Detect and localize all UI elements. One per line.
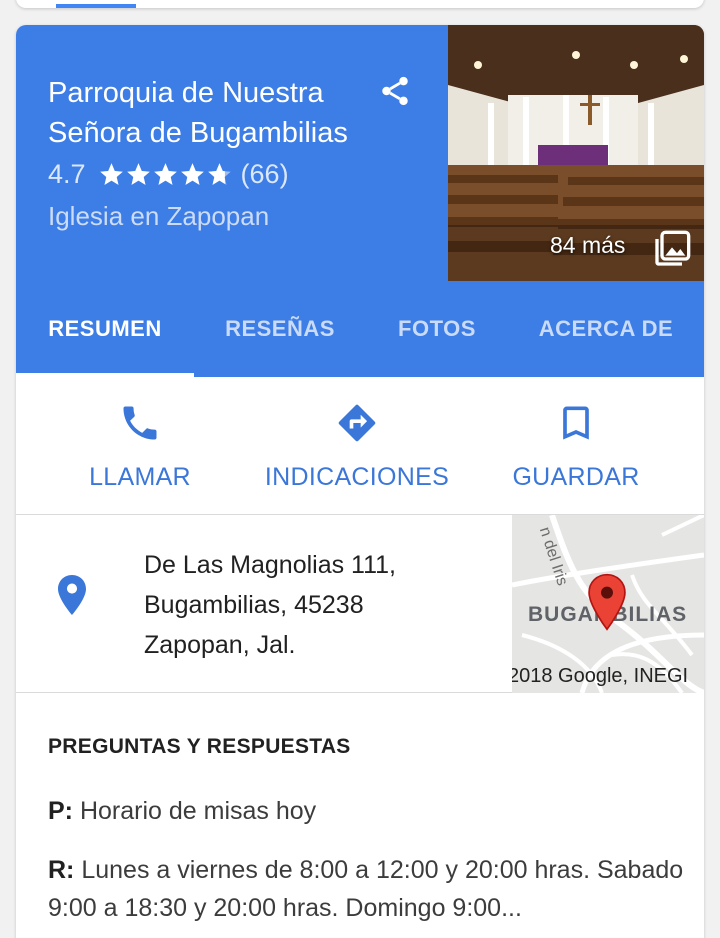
directions-label: INDICACIONES xyxy=(264,463,450,491)
photo-count[interactable]: 84 más xyxy=(550,232,625,259)
address-line-2: Bugambilias, 45238 xyxy=(144,591,364,619)
save-button[interactable]: GUARDAR xyxy=(504,377,648,515)
save-label: GUARDAR xyxy=(512,463,640,491)
rating-row[interactable]: 4.7 (66) xyxy=(48,157,289,191)
review-count: (66) xyxy=(240,158,289,189)
map-thumbnail[interactable]: n del Iris BUGAMBILIAS 2018 Google, INEG… xyxy=(512,515,704,693)
place-header: Parroquia de Nuestra Señora de Bugambili… xyxy=(16,25,704,281)
star-icon xyxy=(207,162,231,185)
place-category: Iglesia en Zapopan xyxy=(48,201,270,231)
action-bar: LLAMAR INDICACIONES GUARDAR xyxy=(16,377,704,515)
call-button[interactable]: LLAMAR xyxy=(72,377,208,515)
qa-question[interactable]: P: Horario de misas hoy xyxy=(48,797,316,826)
answer-prefix: R: xyxy=(48,856,75,884)
tab-acerca-de[interactable]: ACERCA DE xyxy=(508,281,704,377)
photo-library-icon[interactable] xyxy=(652,229,692,269)
address-line-3: Zapopan, Jal. xyxy=(144,631,296,659)
star-icon xyxy=(126,162,150,185)
place-card: Parroquia de Nuestra Señora de Bugambili… xyxy=(16,25,704,938)
qa-answer[interactable]: R: Lunes a viernes de 8:00 a 12:00 y 20:… xyxy=(48,851,688,927)
answer-text: Lunes a viernes de 8:00 a 12:00 y 20:00 … xyxy=(48,856,684,922)
phone-icon xyxy=(123,406,157,440)
previous-card-indicator xyxy=(56,4,136,8)
location-pin-icon xyxy=(58,575,86,615)
address-text: De Las Magnolias 111, Bugambilias, 45238… xyxy=(144,545,494,665)
directions-icon xyxy=(338,404,376,442)
tab-fotos[interactable]: FOTOS xyxy=(366,281,508,377)
directions-button[interactable]: INDICACIONES xyxy=(254,377,460,515)
place-title: Parroquia de Nuestra Señora de Bugambili… xyxy=(48,77,348,149)
tab-bar: RESUMEN RESEÑAS FOTOS ACERCA DE xyxy=(16,281,704,377)
rating-value: 4.7 xyxy=(48,158,86,189)
question-prefix: P: xyxy=(48,797,73,825)
star-icon xyxy=(180,162,204,185)
map-copyright: 2018 Google, INEGI xyxy=(512,665,689,687)
question-text: Horario de misas hoy xyxy=(73,797,317,825)
previous-card xyxy=(16,0,704,8)
qa-heading: PREGUNTAS Y RESPUESTAS xyxy=(48,735,351,758)
tab-resumen[interactable]: RESUMEN xyxy=(16,281,194,377)
star-icon xyxy=(153,162,177,185)
share-icon[interactable] xyxy=(378,73,412,109)
address-row[interactable]: De Las Magnolias 111, Bugambilias, 45238… xyxy=(16,515,704,693)
call-label: LLAMAR xyxy=(89,463,191,491)
address-line-1: De Las Magnolias 111, xyxy=(144,551,397,579)
star-icon xyxy=(99,162,123,185)
tab-resenas[interactable]: RESEÑAS xyxy=(194,281,366,377)
star-rating xyxy=(98,161,233,188)
bookmark-icon xyxy=(563,406,589,440)
map-marker-icon xyxy=(588,573,626,631)
